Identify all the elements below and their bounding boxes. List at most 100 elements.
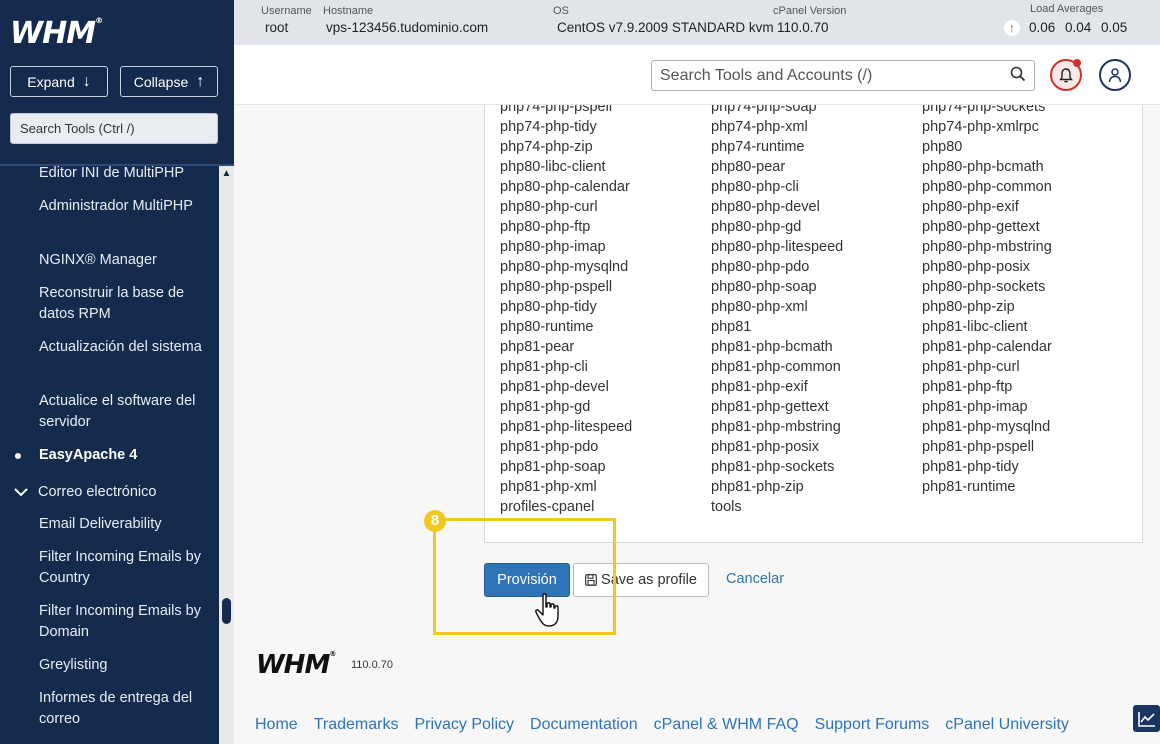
package-item: php81-php-soap [500,459,606,475]
footer-link-trademarks[interactable]: Trademarks [314,716,399,734]
sidebar: WHM® Expand ↓ Collapse ↑ Editor INI de M… [0,0,234,744]
package-item: php80-php-bcmath [922,159,1044,175]
search-tools-accounts-input[interactable] [651,60,1035,91]
hostname-value: vps-123456.tudominio.com [326,20,489,35]
package-column-3: php74-php-sockets php74-php-xmlrpc php80 ph… [922,105,1132,497]
package-item: php81-php-xml [500,479,597,495]
sidebar-item-multiphp-ini[interactable]: Editor INI de MultiPHP [39,166,209,184]
sidebar-item-rebuild-rpm[interactable]: Reconstruir la base de datos RPM [39,283,209,325]
arrow-down-icon: ↓ [82,72,91,90]
package-item: php80-php-ftp [500,219,591,235]
package-item: php80-php-common [922,179,1052,195]
package-item: php81-php-mbstring [711,419,841,435]
os-label: OS [553,5,569,17]
package-item: php80-libc-client [500,159,606,175]
hostname-label: Hostname [323,5,374,17]
arrow-up-icon: ↑ [196,72,205,90]
collapse-label: Collapse [133,73,189,90]
package-item: php80-php-litespeed [711,239,844,255]
expand-button[interactable]: Expand ↓ [10,66,108,97]
package-item: php81-php-curl [922,359,1020,375]
package-item: php80-php-sockets [922,279,1046,295]
scroll-up-icon[interactable]: ▲ [220,168,233,181]
sidebar-scroll-thumb[interactable] [222,598,231,624]
footer-link-home[interactable]: Home [255,716,298,734]
whm-logo[interactable]: WHM® [10,16,103,51]
footer-link-privacy-policy[interactable]: Privacy Policy [414,716,514,734]
package-item: php74-php-zip [500,139,593,155]
footer-link-documentation[interactable]: Documentation [530,716,638,734]
package-item: php81-php-imap [922,399,1028,415]
cpanel-version-value: 110.0.70 [777,20,829,35]
package-item: php80-php-posix [922,259,1031,275]
package-item: php80-php-cli [711,179,799,195]
footer-link-cpanel-university[interactable]: cPanel University [945,716,1069,734]
package-item: php81-php-calendar [922,339,1052,355]
username-value: root [265,20,289,35]
load-average-5: 0.04 [1065,20,1092,35]
sidebar-section-email[interactable]: Correo electrónico [38,484,156,500]
package-item: php81-php-gd [500,399,591,415]
package-item: php81-php-mysqlnd [922,419,1051,435]
package-item: php74-php-sockets [922,105,1046,115]
collapse-button[interactable]: Collapse ↑ [120,66,218,97]
load-average-15: 0.05 [1101,20,1128,35]
sidebar-scrollbar[interactable] [219,166,234,744]
package-item: php80-php-exif [922,199,1019,215]
sidebar-item-system-update[interactable]: Actualización del sistema [39,337,209,358]
cancel-link[interactable]: Cancelar [726,571,784,587]
package-item: php74-php-soap [711,105,817,115]
package-item: php80-php-imap [500,239,606,255]
notification-dot [1073,59,1081,67]
footer-version: 110.0.70 [351,659,394,671]
package-item: php80-pear [711,159,786,175]
package-item: php81-php-cli [500,359,588,375]
stats-chart-icon[interactable] [1133,705,1160,732]
sidebar-item-upgrade-software[interactable]: Actualice el software del servidor [39,391,209,433]
package-item: php74-php-xml [711,119,808,135]
package-item: php80-php-soap [711,279,817,295]
package-item: php74-php-tidy [500,119,597,135]
bell-icon [1059,67,1073,82]
package-item: php81-pear [500,339,575,355]
active-bullet-icon [15,453,21,459]
package-item: php81-php-zip [711,479,804,495]
sidebar-item-greylisting[interactable]: Greylisting [39,655,209,676]
load-averages-label: Load Averages [1030,3,1104,15]
package-item: php81 [711,319,752,335]
package-item: php81-php-common [711,359,841,375]
sidebar-item-filter-domain[interactable]: Filter Incoming Emails by Domain [39,601,209,643]
package-item: php81-php-litespeed [500,419,633,435]
user-icon [1108,68,1122,83]
package-item: php74-runtime [711,139,805,155]
search-icon[interactable] [1010,66,1026,82]
package-item: php81-php-bcmath [711,339,833,355]
step-highlight-box [433,518,616,635]
package-item: php80-php-mbstring [922,239,1052,255]
package-item: profiles-cpanel [500,499,595,515]
sidebar-item-email-deliverability[interactable]: Email Deliverability [39,514,209,535]
package-item: php80-php-zip [922,299,1015,315]
package-item: php80-php-tidy [500,299,597,315]
sidebar-item-mail-delivery-reports[interactable]: Informes de entrega del correo [39,688,209,730]
footer-link-faq[interactable]: cPanel & WHM FAQ [654,716,799,734]
sidebar-item-filter-country[interactable]: Filter Incoming Emails by Country [39,547,209,589]
package-item: php81-php-sockets [711,459,835,475]
sidebar-item-nginx-manager[interactable]: NGINX® Manager [39,250,209,271]
cpanel-version-label: cPanel Version [773,5,847,17]
user-menu-button[interactable] [1099,59,1131,91]
chevron-down-icon[interactable] [14,484,28,500]
header [234,45,1160,105]
sidebar-item-easyapache[interactable]: EasyApache 4 [39,445,209,466]
os-value: CentOS v7.9.2009 STANDARD kvm [557,20,774,35]
sidebar-search-input[interactable] [10,113,218,144]
footer-links: Home Trademarks Privacy Policy Documenta… [255,716,1069,734]
package-item: php80-php-gettext [922,219,1040,235]
sidebar-item-multiphp-manager[interactable]: Administrador MultiPHP [39,196,209,217]
package-item: php81-runtime [922,479,1016,495]
hand-pointer-icon [535,593,559,627]
footer-link-support-forums[interactable]: Support Forums [815,716,930,734]
package-item: php80-php-gd [711,219,802,235]
package-column-2: php74-php-soap php74-php-xml php74-runtime… [711,105,921,517]
package-item: php81-php-posix [711,439,820,455]
